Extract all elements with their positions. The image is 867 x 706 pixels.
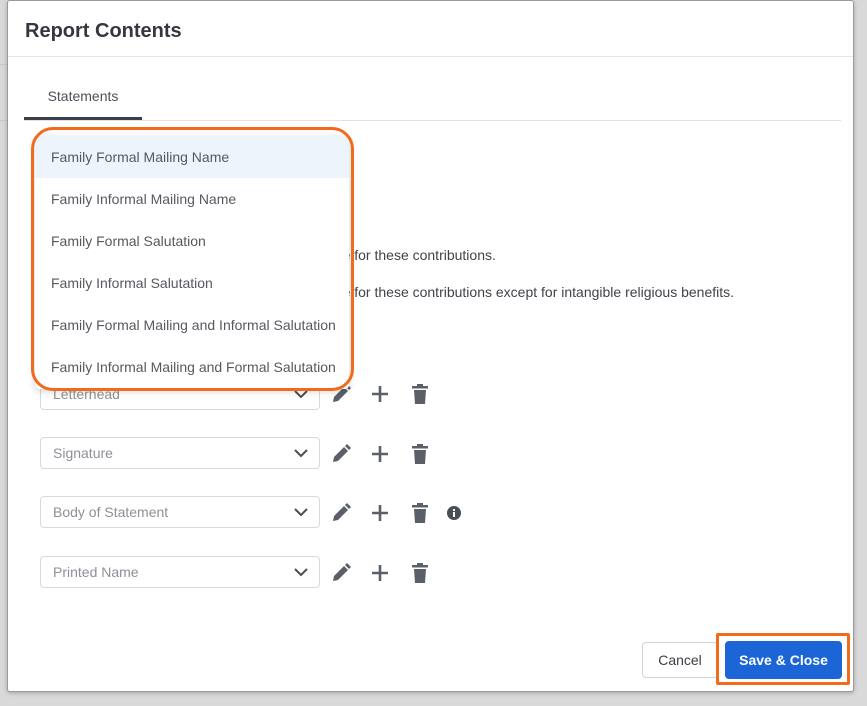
body-of-statement-select[interactable]: Body of Statement — [40, 496, 320, 528]
field-dropdown-menu: Family Formal Mailing Name Family Inform… — [35, 136, 349, 389]
dropdown-item[interactable]: Family Formal Mailing Name — [35, 136, 349, 178]
signature-select-value: Signature — [53, 445, 113, 461]
chevron-down-icon — [294, 390, 308, 399]
plus-icon[interactable] — [368, 382, 392, 406]
dropdown-item[interactable]: Family Informal Mailing and Formal Salut… — [35, 346, 349, 388]
info-icon[interactable] — [447, 506, 461, 520]
report-contents-modal: Report Contents Statements nge for these… — [7, 0, 854, 692]
trash-icon[interactable] — [408, 442, 432, 466]
pencil-icon[interactable] — [329, 442, 353, 466]
statement-text-line-1: nge for these contributions. — [327, 247, 496, 263]
chevron-down-icon — [294, 568, 308, 577]
dropdown-item[interactable]: Family Informal Mailing Name — [35, 178, 349, 220]
chevron-down-icon — [294, 449, 308, 458]
trash-icon[interactable] — [408, 561, 432, 585]
trash-icon[interactable] — [408, 501, 432, 525]
title-divider — [8, 56, 853, 57]
dropdown-item[interactable]: Family Formal Salutation — [35, 220, 349, 262]
statement-text-line-2: nge for these contributions except for i… — [327, 284, 735, 300]
signature-select[interactable]: Signature — [40, 437, 320, 469]
chevron-down-icon — [294, 508, 308, 517]
plus-icon[interactable] — [368, 501, 392, 525]
printed-name-select[interactable]: Printed Name — [40, 556, 320, 588]
tab-statements[interactable]: Statements — [24, 77, 142, 120]
plus-icon[interactable] — [368, 561, 392, 585]
cancel-button[interactable]: Cancel — [642, 642, 718, 678]
plus-icon[interactable] — [368, 442, 392, 466]
printed-name-select-value: Printed Name — [53, 564, 139, 580]
pencil-icon[interactable] — [329, 561, 353, 585]
dropdown-item[interactable]: Family Informal Salutation — [35, 262, 349, 304]
body-of-statement-select-value: Body of Statement — [53, 504, 169, 520]
modal-title: Report Contents — [25, 20, 182, 42]
trash-icon[interactable] — [408, 382, 432, 406]
tabs-divider — [24, 120, 841, 121]
save-and-close-button[interactable]: Save & Close — [725, 641, 842, 679]
dropdown-item[interactable]: Family Formal Mailing and Informal Salut… — [35, 304, 349, 346]
pencil-icon[interactable] — [329, 501, 353, 525]
